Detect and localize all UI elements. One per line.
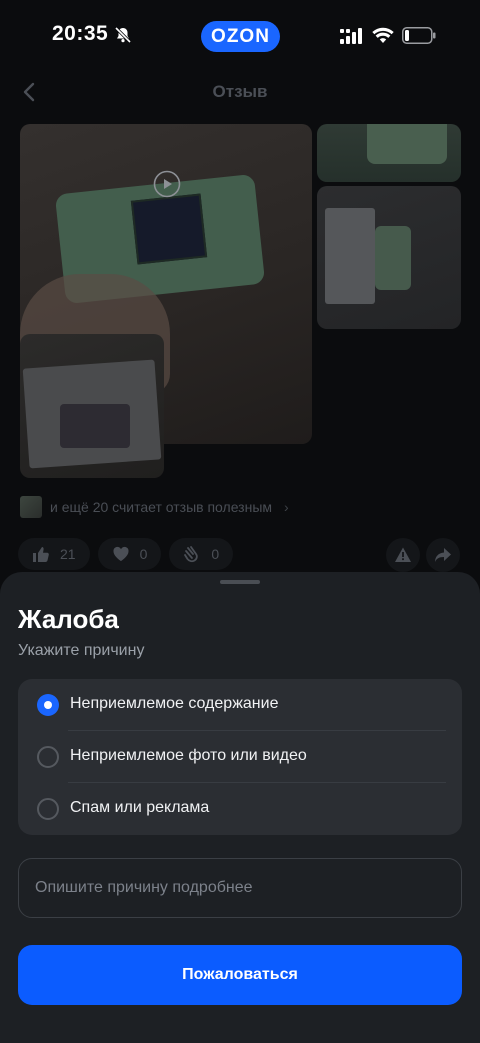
details-input[interactable] xyxy=(18,858,462,918)
clap-icon xyxy=(184,546,199,563)
share-button[interactable] xyxy=(426,538,460,572)
report-icon xyxy=(395,547,411,562)
complaint-sheet: Жалоба Укажите причину Неприемлемое соде… xyxy=(0,572,480,1043)
reason-option-inappropriate-content[interactable]: Неприемлемое содержание xyxy=(18,679,462,731)
share-icon xyxy=(435,548,451,562)
review-photo-2[interactable] xyxy=(317,124,461,182)
page-title: Отзыв xyxy=(212,82,268,101)
reason-option-label: Неприемлемое содержание xyxy=(70,695,279,712)
reason-option-label: Неприемлемое фото или видео xyxy=(70,747,307,764)
radio-selected[interactable] xyxy=(37,694,59,716)
heart-count: 0 xyxy=(139,546,148,562)
like-button[interactable]: 21 xyxy=(18,538,90,570)
reason-option-inappropriate-media[interactable]: Неприемлемое фото или видео xyxy=(18,731,462,783)
heart-button[interactable]: 0 xyxy=(97,538,162,570)
report-button[interactable] xyxy=(386,538,420,572)
ozon-logo: OZON xyxy=(201,21,280,52)
clap-button[interactable]: 0 xyxy=(169,538,234,570)
signal-icon xyxy=(340,28,362,44)
radio-unselected[interactable] xyxy=(37,746,59,768)
review-content: и ещё 20 считает отзыв полезным › 21 0 0 xyxy=(0,114,480,584)
sheet-title: Жалоба xyxy=(18,604,119,634)
reason-options: Неприемлемое содержание Неприемлемое фот… xyxy=(18,679,462,835)
review-photo-4[interactable] xyxy=(20,334,164,478)
radio-unselected[interactable] xyxy=(37,798,59,820)
reason-option-label: Спам или реклама xyxy=(70,799,210,816)
clap-count: 0 xyxy=(211,546,220,562)
status-bar: 20:35 OZON xyxy=(0,0,480,70)
helpful-row[interactable]: и ещё 20 считает отзыв полезным › xyxy=(20,496,289,518)
avatar xyxy=(20,496,42,518)
bell-slash-icon xyxy=(114,26,132,44)
helpful-text: и ещё 20 считает отзыв полезным xyxy=(50,499,273,515)
wifi-icon xyxy=(372,27,394,43)
reason-option-spam[interactable]: Спам или реклама xyxy=(18,783,462,835)
play-icon[interactable] xyxy=(153,170,181,198)
sheet-subtitle: Укажите причину xyxy=(18,642,145,659)
like-count: 21 xyxy=(60,546,76,562)
status-time: 20:35 xyxy=(52,22,109,45)
thumbs-up-icon xyxy=(33,547,49,562)
reactions-row: 21 0 0 xyxy=(18,538,234,570)
submit-complaint-button[interactable]: Пожаловаться xyxy=(18,945,462,1005)
page-header: Отзыв xyxy=(0,70,480,114)
chevron-right-icon: › xyxy=(284,499,289,515)
battery-icon xyxy=(402,27,436,44)
review-photo-3[interactable] xyxy=(317,186,461,329)
heart-icon xyxy=(113,546,129,561)
sheet-grabber[interactable] xyxy=(220,580,260,584)
